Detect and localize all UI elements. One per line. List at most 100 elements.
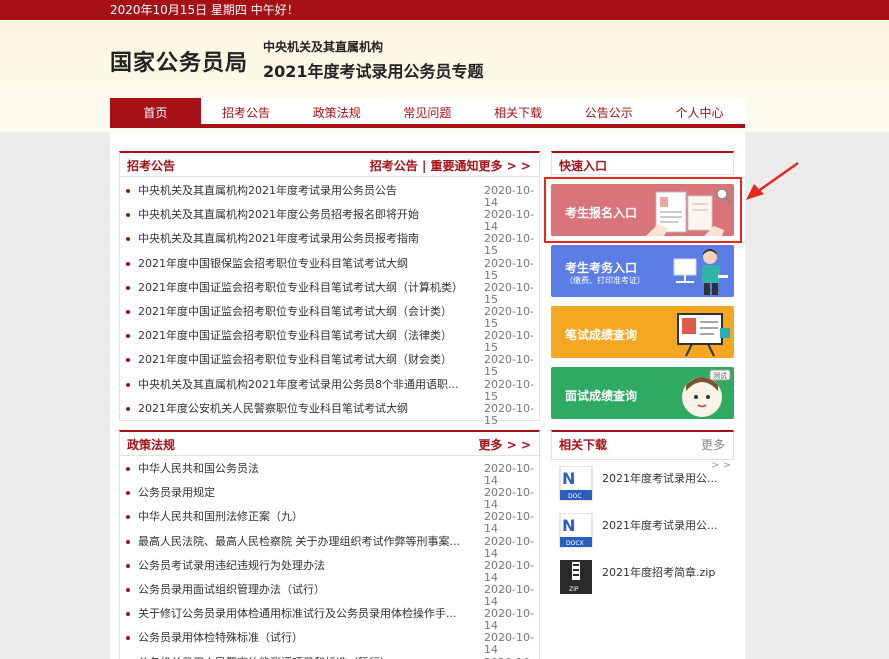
announcements-list: 中央机关及其直属机构2021年度考试录用公务员公告 2020-10-14 中央机关…: [120, 177, 539, 426]
news-date: 2020-10-15: [484, 353, 534, 379]
downloads-more-link[interactable]: 更多: [701, 436, 725, 453]
red-arrow-annotation: [746, 161, 799, 200]
bullet-icon: [126, 358, 130, 363]
list-item: 公务员录用体检特殊标准（试行） 2020-10-14: [120, 626, 539, 657]
news-title-link[interactable]: 2021年度中国证监会招考职位专业科目笔试考试大纲（法律类）: [138, 324, 468, 348]
news-date: 2020-10-14: [484, 631, 534, 657]
policies-more-link[interactable]: 更多 > >: [479, 436, 531, 453]
written-score-query-button[interactable]: 笔试成绩查询: [551, 306, 734, 358]
download-file-name[interactable]: 2021年度考试录用公...: [602, 517, 727, 533]
news-title-link[interactable]: 最高人民法院、最高人民检察院 关于办理组织考试作弊等刑事案...: [138, 530, 468, 554]
policies-panel: 政策法规 更多 > > 中华人民共和国公务员法 2020-10-14 公务员录用规…: [119, 430, 540, 659]
bullet-icon: [126, 309, 130, 314]
nav-home[interactable]: 首页: [110, 98, 201, 124]
whiteboard-illustration: [677, 313, 730, 357]
nav-policies[interactable]: 政策法规: [291, 98, 382, 124]
news-title-link[interactable]: 中央机关及其直属机构2021年度考试录用公务员报考指南: [138, 227, 468, 251]
list-item: 中华人民共和国刑法修正案（九） 2020-10-14: [120, 505, 539, 536]
exam-affairs-entry-label: 考生考务入口: [565, 261, 638, 275]
nav-downloads[interactable]: 相关下载: [473, 98, 564, 124]
news-title-link[interactable]: 关于修订公务员录用体检通用标准试行及公务员录用体检操作手...: [138, 602, 468, 626]
list-item: 2021年度中国银保监会招考职位专业科目笔试考试大纲 2020-10-15: [120, 252, 539, 282]
bullet-icon: [126, 213, 130, 218]
news-title-link[interactable]: 中华人民共和国公务员法: [138, 457, 468, 481]
download-file-name[interactable]: 2021年度考试录用公...: [602, 470, 727, 486]
highlight-box: [544, 177, 742, 243]
download-item[interactable]: N DOCX 2021年度考试录用公...: [558, 513, 738, 553]
news-date: 2020-10-14: [484, 651, 536, 659]
news-title-link[interactable]: 2021年度中国银保监会招考职位专业科目笔试考试大纲: [138, 252, 468, 276]
bullet-icon: [126, 515, 130, 520]
nav-personal-center[interactable]: 个人中心: [654, 98, 745, 124]
list-item: 公务员考试录用违纪违规行为处理办法 2020-10-14: [120, 554, 539, 583]
news-date: 2020-10-14: [484, 510, 534, 536]
news-title-link[interactable]: 公务员录用面试组织管理办法（试行）: [138, 578, 468, 602]
downloads-panel: 相关下载 更多: [551, 430, 734, 460]
list-item: 中央机关及其直属机构2021年度考试录用公务员8个非通用语职... 2020-10…: [120, 373, 539, 403]
nav-notices[interactable]: 公告公示: [563, 98, 654, 124]
news-title-link[interactable]: 2021年度中国证监会招考职位专业科目笔试考试大纲（计算机类）: [138, 276, 468, 300]
news-date: 2020-10-15: [484, 232, 534, 258]
docx-ext-label: DOCX: [566, 540, 584, 547]
bullet-icon: [126, 285, 130, 290]
svg-text:N: N: [562, 469, 575, 488]
test-badge-label: 测试: [713, 372, 727, 380]
list-item: 中华人民共和国公务员法 2020-10-14: [120, 457, 539, 487]
news-date: 2020-10-14: [484, 462, 534, 487]
policies-title: 政策法规: [127, 438, 176, 452]
news-title-link[interactable]: 2021年度中国证监会招考职位专业科目笔试考试大纲（财会类）: [138, 348, 468, 372]
news-date: 2020-10-14: [484, 607, 534, 633]
bullet-icon: [126, 261, 130, 266]
list-item: 关于修订公务员录用体检通用标准试行及公务员录用体检操作手... 2020-10-1…: [120, 602, 539, 633]
news-title-link[interactable]: 中央机关及其直属机构2021年度公务员招考报名即将开始: [138, 203, 468, 227]
list-item: 最高人民法院、最高人民检察院 关于办理组织考试作弊等刑事案... 2020-10-…: [120, 530, 539, 560]
news-date: 2020-10-14: [484, 534, 534, 560]
news-title-link[interactable]: 中华人民共和国刑法修正案（九）: [138, 505, 468, 529]
interview-score-query-label: 面试成绩查询: [565, 389, 638, 403]
interview-score-query-button[interactable]: 面试成绩查询 测试: [551, 367, 734, 419]
news-date: 2020-10-14: [484, 184, 534, 209]
doc-file-icon: N DOC: [559, 466, 593, 501]
quick-entry-title: 快速入口: [559, 159, 608, 173]
list-item: 公务员录用面试组织管理办法（试行） 2020-10-14: [120, 578, 539, 607]
download-file-name[interactable]: 2021年度招考简章.zip: [602, 564, 727, 580]
list-item: 中央机关及其直属机构2021年度考试录用公务员公告 2020-10-14: [120, 179, 539, 209]
list-item: 公务员录用规定 2020-10-14: [120, 481, 539, 512]
news-date: 2020-10-15: [484, 377, 534, 403]
news-title-link[interactable]: 2021年度公安机关人民警察职位专业科目笔试考试大纲: [138, 397, 468, 421]
svg-text:N: N: [562, 516, 575, 535]
header-topic-title: 2021年度考试录用公务员专题: [263, 62, 484, 81]
bullet-icon: [126, 491, 130, 496]
bullet-icon: [126, 587, 130, 592]
news-date: 2020-10-15: [484, 256, 534, 282]
list-item: 2021年度公安机关人民警察职位专业科目笔试考试大纲 2020-10-15: [120, 397, 539, 426]
news-title-link[interactable]: 公务员录用体检特殊标准（试行）: [138, 626, 468, 650]
list-item: 2021年度中国证监会招考职位专业科目笔试考试大纲（法律类） 2020-10-15: [120, 324, 539, 354]
exam-affairs-entry-button[interactable]: 考生考务入口 （缴费、打印准考证）: [551, 245, 734, 297]
zip-file-icon: ZIP: [560, 560, 592, 594]
announcements-more-link[interactable]: 招考公告 | 重要通知更多 > >: [370, 157, 531, 174]
bullet-icon: [126, 189, 130, 193]
bullet-icon: [126, 467, 130, 471]
exam-affairs-entry-sublabel: （缴费、打印准考证）: [565, 276, 645, 285]
top-date-bar: 2020年10月15日 星期四 中午好！: [0, 0, 889, 20]
news-title-link[interactable]: 2021年度中国证监会招考职位专业科目笔试考试大纲（会计类）: [138, 300, 468, 324]
nav-faq[interactable]: 常见问题: [382, 98, 473, 124]
download-item[interactable]: ZIP 2021年度招考简章.zip: [558, 560, 738, 600]
news-date: 2020-10-14: [484, 208, 534, 234]
news-title-link[interactable]: 公务机关录用人民警察体能测评项目和标准（暂行）: [138, 651, 468, 659]
news-title-link[interactable]: 公务员录用规定: [138, 481, 468, 505]
header-subtitle: 中央机关及其直属机构: [263, 40, 384, 54]
person-at-computer-illustration: [673, 249, 728, 295]
list-item: 2021年度中国证监会招考职位专业科目笔试考试大纲（财会类） 2020-10-15: [120, 348, 539, 379]
zip-ext-label: ZIP: [569, 586, 579, 593]
news-date: 2020-10-14: [484, 486, 534, 512]
download-item[interactable]: N DOC 2021年度考试录用公...: [558, 466, 738, 506]
news-title-link[interactable]: 公务员考试录用违纪违规行为处理办法: [138, 554, 468, 578]
nav-announcements[interactable]: 招考公告: [201, 98, 292, 124]
news-title-link[interactable]: 中央机关及其直属机构2021年度考试录用公务员公告: [138, 179, 468, 203]
list-item: 2021年度中国证监会招考职位专业科目笔试考试大纲（会计类） 2020-10-15: [120, 300, 539, 329]
written-score-query-label: 笔试成绩查询: [565, 328, 638, 342]
doc-ext-label: DOC: [568, 493, 582, 500]
news-title-link[interactable]: 中央机关及其直属机构2021年度考试录用公务员8个非通用语职...: [138, 373, 468, 397]
